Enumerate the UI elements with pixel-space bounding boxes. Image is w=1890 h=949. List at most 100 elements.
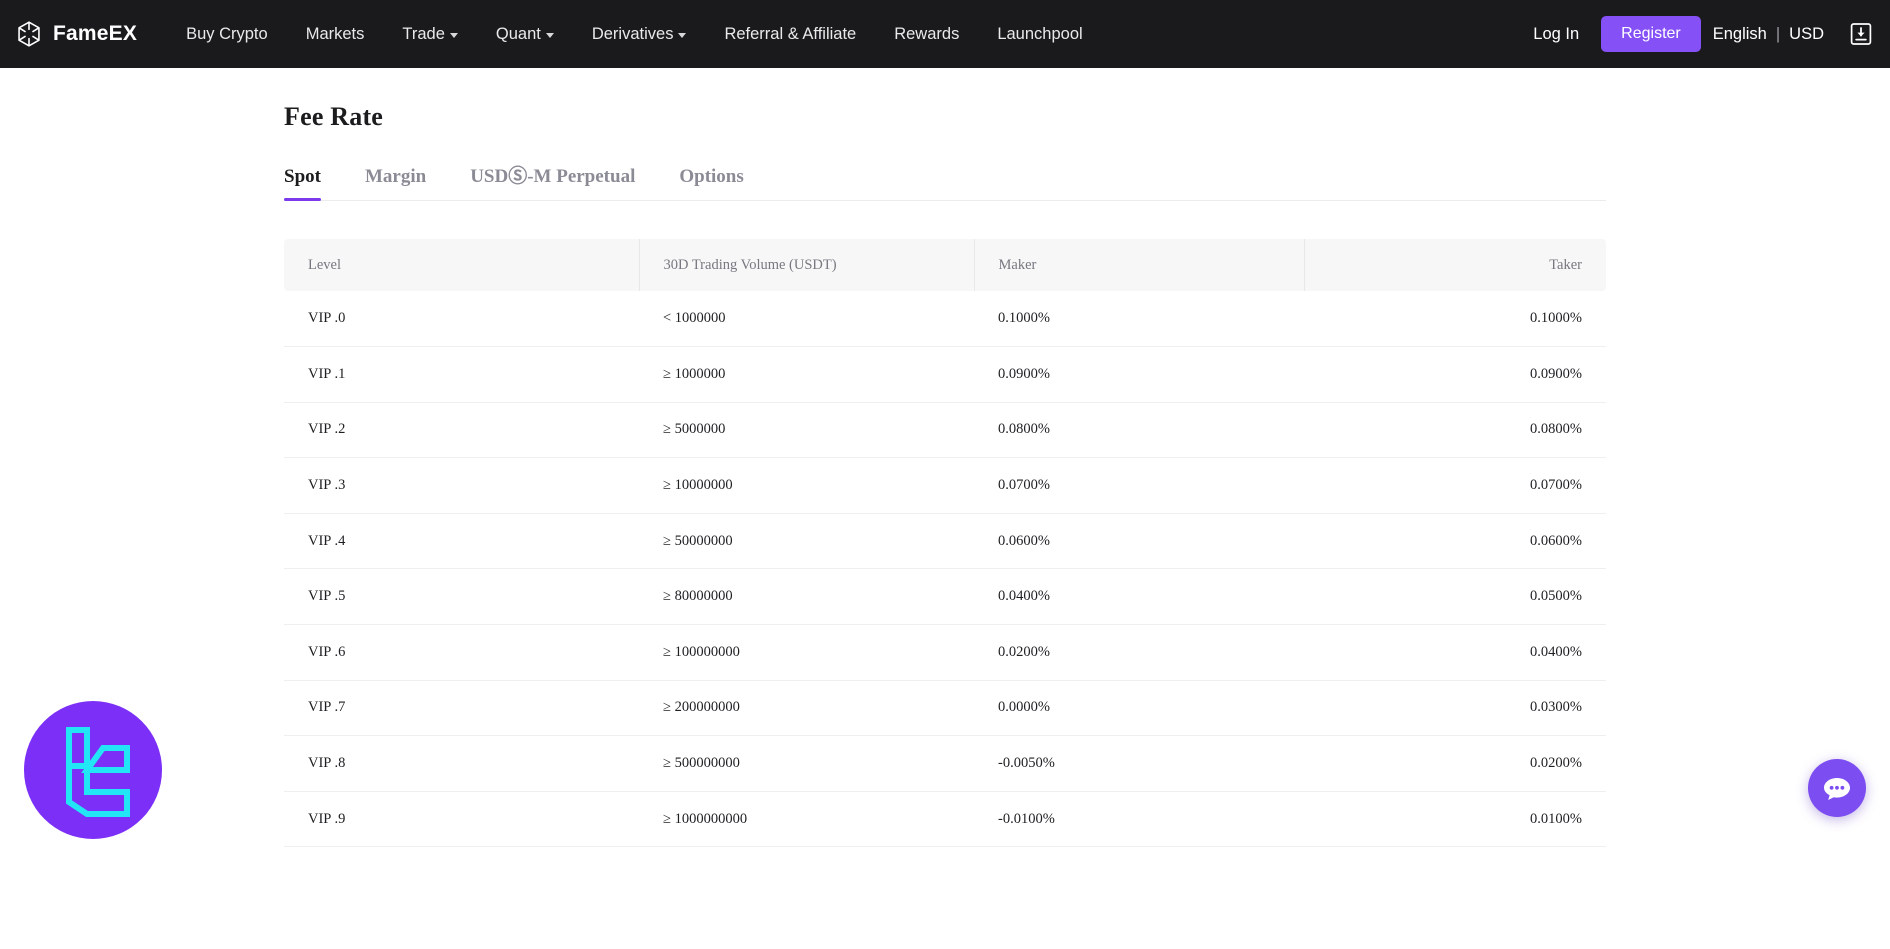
chat-support-button[interactable] xyxy=(1808,759,1866,818)
cell-taker: 0.1000% xyxy=(1304,291,1606,348)
nav-label: Launchpool xyxy=(997,24,1083,43)
cell-volume: ≥ 10000000 xyxy=(639,457,974,514)
cell-maker: -0.0050% xyxy=(974,735,1304,792)
cell-level: VIP .9 xyxy=(284,791,639,848)
column-header-level: Level xyxy=(284,239,640,291)
cell-taker: 0.0600% xyxy=(1304,513,1606,570)
table-row: VIP .1 ≥ 1000000 0.0900% 0.0900% xyxy=(284,346,1606,403)
cell-taker: 0.0100% xyxy=(1304,791,1606,848)
nav-item-quant[interactable]: Quant xyxy=(477,17,573,52)
cell-level: VIP .7 xyxy=(284,680,639,737)
table-header: Level 30D Trading Volume (USDT) Maker Ta… xyxy=(284,239,1606,291)
table-row: VIP .3 ≥ 10000000 0.0700% 0.0700% xyxy=(284,457,1606,514)
cell-level: VIP .6 xyxy=(284,624,639,681)
cell-volume: ≥ 200000000 xyxy=(639,680,974,737)
cell-taker: 0.0200% xyxy=(1304,735,1606,792)
fee-rate-table: Level 30D Trading Volume (USDT) Maker Ta… xyxy=(284,239,1606,848)
table-row: VIP .4 ≥ 50000000 0.0600% 0.0600% xyxy=(284,513,1606,570)
cell-taker: 0.0300% xyxy=(1304,680,1606,737)
nav-item-launchpool[interactable]: Launchpool xyxy=(978,17,1101,52)
cell-volume: ≥ 80000000 xyxy=(639,568,974,626)
cell-level: VIP .1 xyxy=(284,346,639,403)
table-row: VIP .7 ≥ 200000000 0.0000% 0.0300% xyxy=(284,680,1606,737)
fameex-logo-icon xyxy=(18,21,40,47)
column-header-volume: 30D Trading Volume (USDT) xyxy=(639,239,975,291)
cell-volume: ≥ 100000000 xyxy=(639,624,974,681)
nav-item-buy-crypto[interactable]: Buy Crypto xyxy=(167,17,287,52)
chevron-down-icon xyxy=(678,32,687,38)
locale-separator: | xyxy=(1775,24,1781,43)
coin-logo-badge[interactable] xyxy=(24,701,162,840)
table-row: VIP .6 ≥ 100000000 0.0200% 0.0400% xyxy=(284,624,1606,681)
tab-options[interactable]: Options xyxy=(657,166,765,200)
cell-volume: ≥ 1000000 xyxy=(639,346,974,403)
cell-level: VIP .4 xyxy=(284,513,639,570)
language-selector[interactable]: English xyxy=(1713,25,1767,44)
cell-taker: 0.0400% xyxy=(1304,624,1606,681)
nav-item-rewards[interactable]: Rewards xyxy=(875,17,978,52)
cell-level: VIP .0 xyxy=(284,291,639,348)
table-row: VIP .0 < 1000000 0.1000% 0.1000% xyxy=(284,291,1606,348)
cell-volume: ≥ 1000000000 xyxy=(639,791,974,848)
cell-volume: ≥ 5000000 xyxy=(639,402,974,459)
table-row: VIP .8 ≥ 500000000 -0.0050% 0.0200% xyxy=(284,735,1606,792)
nav-item-referral-affiliate[interactable]: Referral & Affiliate xyxy=(705,17,875,52)
table-header-row: Level 30D Trading Volume (USDT) Maker Ta… xyxy=(284,239,1606,291)
cell-taker: 0.0500% xyxy=(1304,568,1606,626)
cell-taker: 0.0700% xyxy=(1304,457,1606,514)
nav-item-derivatives[interactable]: Derivatives xyxy=(573,17,706,52)
cell-level: VIP .8 xyxy=(284,735,639,792)
nav-label: Rewards xyxy=(894,24,960,43)
tab-margin[interactable]: Margin xyxy=(343,166,448,200)
nav-label: Trade xyxy=(402,24,445,43)
table-body: VIP .0 < 1000000 0.1000% 0.1000% VIP .1 … xyxy=(284,291,1606,848)
chevron-down-icon xyxy=(449,32,458,38)
lc-coin-logo-icon xyxy=(66,727,130,818)
cell-maker: 0.0800% xyxy=(974,402,1304,459)
table-row: VIP .2 ≥ 5000000 0.0800% 0.0800% xyxy=(284,402,1606,459)
nav-label: Buy Crypto xyxy=(186,24,268,43)
column-header-taker: Taker xyxy=(1304,239,1606,291)
cell-maker: 0.0000% xyxy=(974,680,1304,737)
chevron-down-icon xyxy=(545,32,554,38)
tab-usds-m-perpetual[interactable]: USDⓈ-M Perpetual xyxy=(448,161,657,200)
table-row: VIP .5 ≥ 80000000 0.0400% 0.0500% xyxy=(284,568,1606,626)
nav-label: Quant xyxy=(495,24,541,43)
fee-rate-tabs: Spot Margin USDⓈ-M Perpetual Options xyxy=(284,161,1606,201)
cell-maker: 0.1000% xyxy=(974,291,1304,348)
primary-nav: Buy Crypto Markets Trade Quant Derivativ… xyxy=(167,17,1102,52)
brand-name: FameEX xyxy=(53,22,138,45)
nav-label: Referral & Affiliate xyxy=(724,24,857,43)
page-body: Fee Rate Spot Margin USDⓈ-M Perpetual Op… xyxy=(0,68,1890,848)
cell-volume: < 1000000 xyxy=(639,291,974,348)
nav-item-trade[interactable]: Trade xyxy=(383,17,477,52)
column-header-maker: Maker xyxy=(974,239,1305,291)
page-title: Fee Rate xyxy=(284,102,384,131)
cell-taker: 0.0800% xyxy=(1304,402,1606,459)
cell-maker: 0.0700% xyxy=(974,457,1304,514)
download-icon[interactable] xyxy=(1850,22,1872,46)
currency-selector[interactable]: USD xyxy=(1789,25,1824,44)
top-navigation-bar: FameEX Buy Crypto Markets Trade Quant De… xyxy=(0,0,1890,68)
table-row: VIP .9 ≥ 1000000000 -0.0100% 0.0100% xyxy=(284,791,1606,848)
cell-level: VIP .3 xyxy=(284,457,639,514)
cell-volume: ≥ 500000000 xyxy=(639,735,974,792)
nav-label: Markets xyxy=(305,24,365,43)
cell-maker: 0.0200% xyxy=(974,624,1304,681)
cell-level: VIP .5 xyxy=(284,568,639,626)
content-container: Fee Rate Spot Margin USDⓈ-M Perpetual Op… xyxy=(284,68,1606,848)
brand-logo[interactable]: FameEX xyxy=(14,19,137,49)
locale-selector: English | USD xyxy=(1713,25,1824,44)
cell-volume: ≥ 50000000 xyxy=(639,513,974,570)
nav-label: Derivatives xyxy=(591,24,674,43)
cell-maker: 0.0900% xyxy=(974,346,1304,403)
chat-bubble-icon xyxy=(1824,778,1850,801)
cell-maker: -0.0100% xyxy=(974,791,1304,848)
cell-level: VIP .2 xyxy=(284,402,639,459)
nav-item-markets[interactable]: Markets xyxy=(287,17,384,52)
login-button[interactable]: Log In xyxy=(1517,17,1595,52)
cell-maker: 0.0600% xyxy=(974,513,1304,570)
register-button[interactable]: Register xyxy=(1601,16,1701,52)
tab-spot[interactable]: Spot xyxy=(284,166,343,201)
header-actions: Log In Register English | USD xyxy=(1517,16,1872,52)
